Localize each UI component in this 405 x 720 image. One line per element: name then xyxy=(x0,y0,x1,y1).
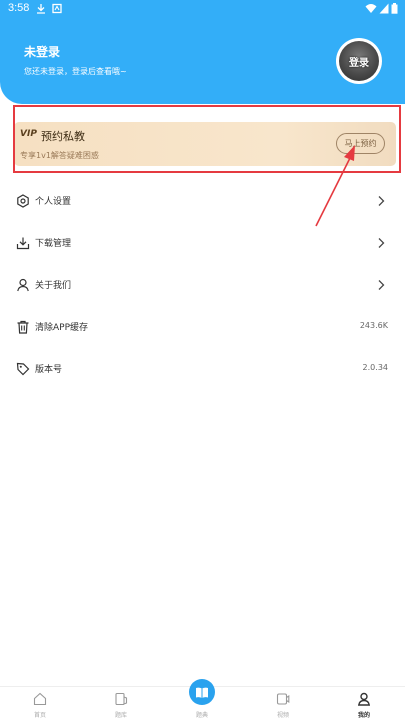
nav-tab-label: 题库 xyxy=(114,712,127,719)
menu-item-personal-settings[interactable]: 个人设置 xyxy=(0,181,405,221)
avatar[interactable]: 登录 xyxy=(336,38,382,84)
menu-item-label: 版本号 xyxy=(35,365,63,375)
status-bar: 3:58 xyxy=(0,0,405,18)
person-icon xyxy=(17,278,29,292)
nav-tab-mine[interactable]: 我的 xyxy=(344,687,384,720)
question-bank-icon xyxy=(115,692,128,706)
home-icon xyxy=(33,692,47,706)
menu-item-about-us[interactable]: 关于我们 xyxy=(0,265,405,305)
login-status-title[interactable]: 未登录 xyxy=(24,43,60,60)
download-status-icon xyxy=(37,4,45,14)
nav-tab-label: 题典 xyxy=(195,712,208,719)
nav-tab-question-bank[interactable]: 题库 xyxy=(101,687,141,720)
cache-size-value: 243.6K xyxy=(359,321,388,330)
nav-tab-label: 我的 xyxy=(357,712,370,719)
chevron-right-icon xyxy=(378,280,385,290)
menu-item-download-management[interactable]: 下载管理 xyxy=(0,223,405,263)
menu-item-version: 版本号 2.0.34 xyxy=(0,349,405,389)
chevron-right-icon xyxy=(378,196,385,206)
book-icon xyxy=(196,687,208,698)
menu-item-label: 清除APP缓存 xyxy=(35,323,89,333)
version-tag-icon xyxy=(16,362,30,376)
menu-item-label: 关于我们 xyxy=(35,281,72,291)
nav-center-button xyxy=(189,679,215,705)
chevron-right-icon xyxy=(378,238,385,248)
notification-status-icon xyxy=(52,3,62,14)
nav-tab-video[interactable]: 视频 xyxy=(263,687,303,720)
highlight-annotation-box xyxy=(13,105,401,173)
version-number-value: 2.0.34 xyxy=(362,363,388,372)
nav-tab-label: 首页 xyxy=(33,712,46,719)
avatar-login-label: 登录 xyxy=(339,41,379,81)
signal-icon xyxy=(379,3,389,14)
status-time: 3:58 xyxy=(8,2,30,14)
bottom-navigation-bar: 首页 题库 题典 视频 我的 xyxy=(0,679,405,720)
hexagon-settings-icon xyxy=(17,194,29,208)
menu-item-label: 个人设置 xyxy=(35,197,72,207)
nav-tab-home[interactable]: 首页 xyxy=(20,687,60,720)
wifi-icon xyxy=(365,4,377,13)
battery-icon xyxy=(391,3,398,14)
download-tray-icon xyxy=(16,237,30,250)
nav-tab-dictionary[interactable]: 题典 xyxy=(182,679,222,720)
login-prompt-text[interactable]: 您还未登录，登录后查看哦~ xyxy=(24,66,127,77)
menu-item-clear-cache[interactable]: 清除APP缓存 243.6K xyxy=(0,307,405,347)
profile-icon xyxy=(357,692,371,706)
nav-tab-label: 视频 xyxy=(276,712,289,719)
profile-header: 3:58 未登录 您还未登录，登录后查看哦~ 登录 xyxy=(0,0,405,104)
video-icon xyxy=(276,693,290,705)
menu-item-label: 下载管理 xyxy=(35,239,72,249)
trash-icon xyxy=(17,320,29,334)
screen: 3:58 未登录 您还未登录，登录后查看哦~ 登录 VIP 预约私教 专享1v1… xyxy=(0,0,405,720)
